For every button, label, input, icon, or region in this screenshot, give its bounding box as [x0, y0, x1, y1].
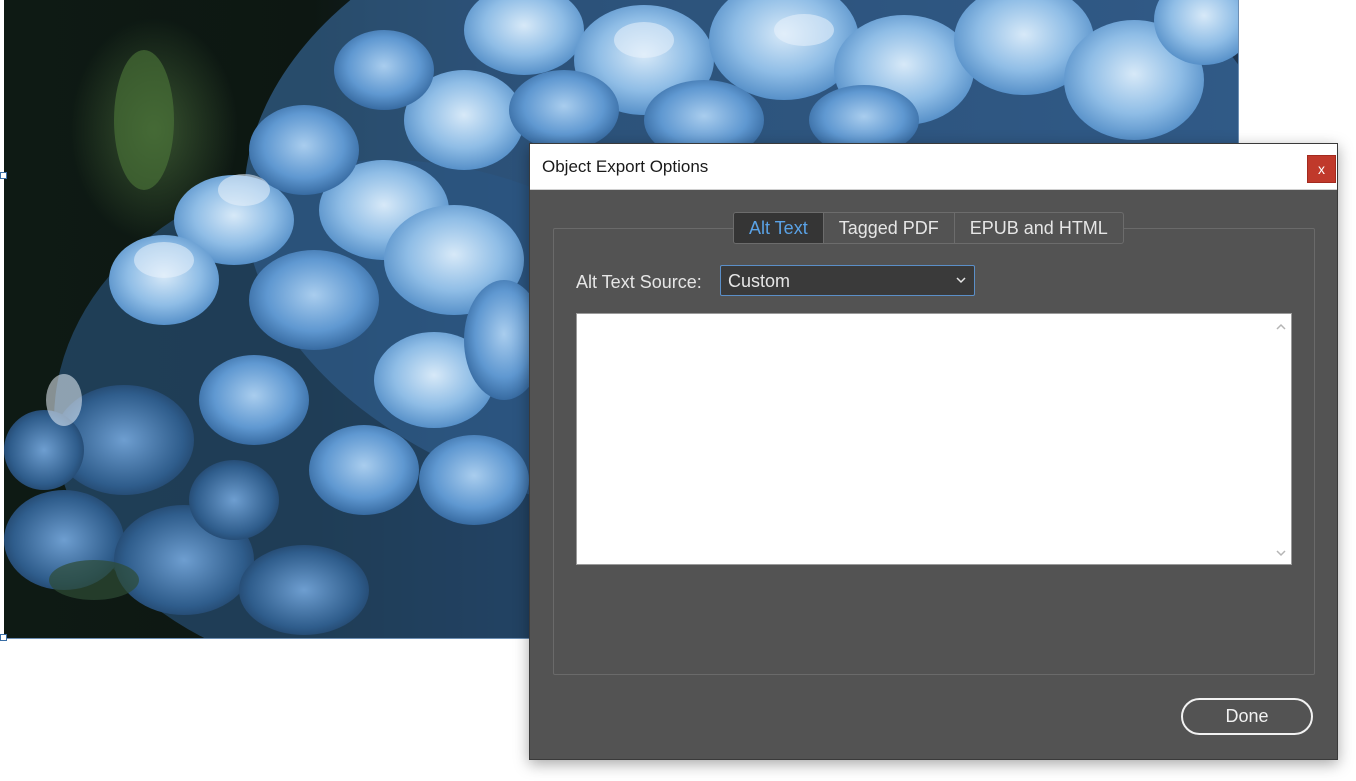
- alt-text-source-select[interactable]: Custom: [720, 265, 975, 296]
- dialog-titlebar[interactable]: Object Export Options x: [530, 144, 1337, 190]
- frame-handle-left[interactable]: [0, 172, 7, 179]
- layout-canvas: Object Export Options x Alt Text Tagged …: [0, 0, 1356, 781]
- scroll-down-icon[interactable]: [1275, 548, 1287, 558]
- done-button[interactable]: Done: [1181, 698, 1313, 735]
- alt-text-source-value: Custom: [728, 271, 791, 291]
- tab-bar: Alt Text Tagged PDF EPUB and HTML: [733, 212, 1124, 244]
- tab-epub-and-html[interactable]: EPUB and HTML: [955, 213, 1123, 243]
- frame-handle-bottom-left[interactable]: [0, 634, 7, 641]
- chevron-down-icon: [956, 277, 966, 284]
- scroll-up-icon[interactable]: [1275, 322, 1287, 332]
- alt-text-source-label: Alt Text Source:: [576, 272, 702, 292]
- tab-alt-text[interactable]: Alt Text: [734, 213, 824, 243]
- alt-text-textarea[interactable]: [576, 313, 1292, 565]
- close-button[interactable]: x: [1307, 155, 1336, 183]
- dialog-title: Object Export Options: [542, 157, 709, 176]
- object-export-options-dialog: Object Export Options x Alt Text Tagged …: [529, 143, 1338, 760]
- tab-tagged-pdf[interactable]: Tagged PDF: [824, 213, 955, 243]
- textarea-scrollbar[interactable]: [1271, 314, 1291, 564]
